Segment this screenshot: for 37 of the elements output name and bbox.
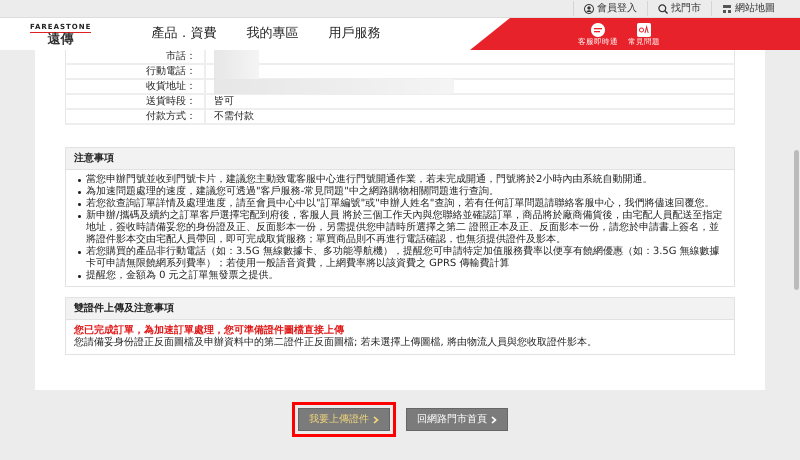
chevron-icon (491, 416, 497, 424)
user-icon (584, 4, 594, 14)
panel-title: 注意事項 (66, 148, 734, 170)
field-value: 皆可 (214, 96, 234, 107)
upload-note: 您請備妥身份證正反面圖檔及申辦資料中的第二證件正反面圖檔; 若未選擇上傳圖檔, 將由物流人員與您收取證件影本。 (74, 337, 598, 349)
field-label: 付款方式： (146, 110, 196, 124)
top-link[interactable]: 找門市 (647, 1, 711, 16)
qa-icon (636, 22, 652, 38)
field-label: 行動電話： (146, 64, 196, 79)
nav-link[interactable]: 我的專區 (246, 24, 298, 44)
notice-text: 若您欲查詢訂單詳情及處理進度，請至會員中心中以"訂單編號"或"申辦人姓名"查詢，若有任何訂單問題請聯絡客服中心，我們將儘速回覆您。 (86, 198, 714, 210)
nav-link[interactable]: 用戶服務 (328, 24, 380, 44)
field-label: 收貨地址： (146, 80, 196, 94)
search-icon (658, 4, 668, 14)
notice-text: 提醒您，金額為 0 元之訂單無發票之提供。 (86, 270, 279, 282)
alert-text: 您已完成訂單，為加速訂單處理，您可準備證件圖檔直接上傳 (74, 325, 345, 336)
notice-text: 為加速問題處理的速度，建議您可透過"客戶服務-常見問題"中之網路購物相關問題進行查詢。 (86, 186, 499, 198)
sitemap-icon (722, 4, 732, 14)
nav-button[interactable]: 回網路門市首頁 (406, 408, 508, 431)
field-label: 市話： (166, 50, 196, 64)
bullet-icon (78, 215, 81, 218)
field-value: 不需付款 (214, 111, 254, 122)
bullet-icon (78, 251, 81, 254)
field-label: 送貨時段： (146, 94, 196, 109)
top-link[interactable]: 會員登入 (573, 1, 647, 16)
notice-text: 當您申辦門號並收到門號卡片，建議您主動致電客服中心進行門號開通作業，若未完成開通，門號將於2小時內由系統自動開通。 (86, 174, 652, 186)
bullet-icon (78, 203, 81, 206)
nav-link[interactable]: 產品．資費 (151, 24, 216, 44)
bullet-icon (78, 275, 81, 278)
notice-text: 新申辦/攜碼及續約之訂單客戶選擇宅配到府後，客服人員 將於三個工作天內與您聯絡並確認訂單，商品將於廠商備貨後，由宅配人員配送至指定地址，簽收時請備妥您的身份證及正、反面影本一份，另需提供您申請時所選擇之第二 證照正本及正、反面影本一份，請您於申請書上簽名，並將證件影本交由宅配人員帶回，即可完成取貨服務；單買商品則不再進行電話確認，也無須提供證件及影本。 (86, 210, 724, 246)
notice-text: 若您購買的產品非行動電話（如：3.5G 無線數據卡、多功能導航機），提醒您可申請特定加值服務費率以便享有饒網優惠（如：3.5G 無線數據卡可申請無限饒網系列費率）；若使用一般語音資費，上網費率將以該資費之 GPRS 傳輸費計算 (86, 246, 721, 270)
chat-icon (590, 22, 606, 38)
top-link[interactable]: 網站地圖 (711, 1, 785, 16)
chevron-icon (373, 416, 379, 424)
bullet-icon (78, 191, 81, 194)
bullet-icon (78, 179, 81, 182)
panel-title: 雙證件上傳及注意事項 (66, 298, 734, 320)
